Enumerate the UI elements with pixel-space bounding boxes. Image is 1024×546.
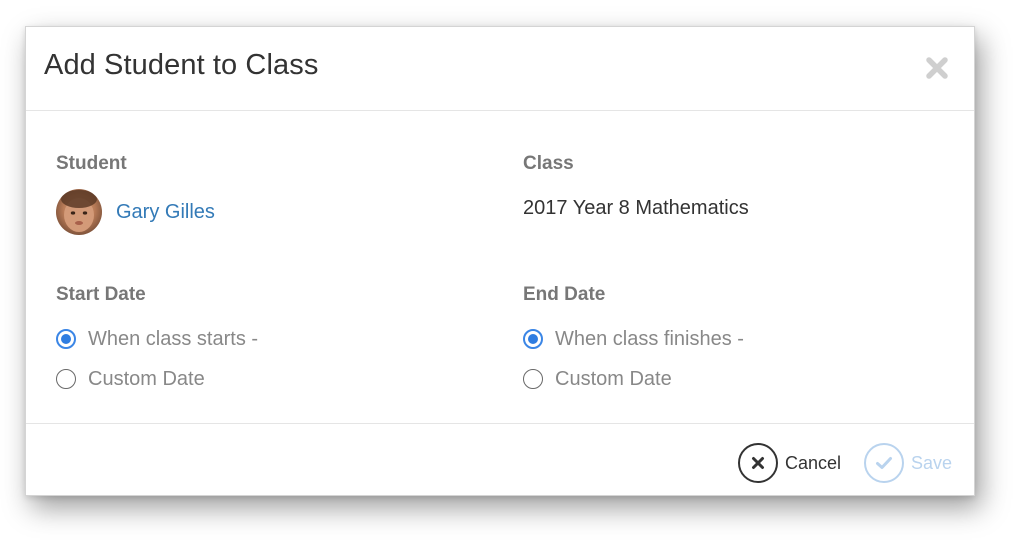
class-value: 2017 Year 8 Mathematics	[523, 197, 749, 219]
student-avatar	[56, 189, 102, 235]
radio-label: When class starts -	[88, 327, 259, 350]
student-avatar-photo	[61, 190, 97, 232]
end-date-custom-option[interactable]: Custom Date	[523, 367, 672, 391]
radio-label: Custom Date	[555, 367, 672, 390]
check-circle-icon	[864, 443, 904, 483]
start-date-radio-custom[interactable]	[56, 369, 76, 389]
end-date-when-class-finishes-option[interactable]: When class finishes -	[523, 327, 744, 351]
dialog-title: Add Student to Class	[44, 49, 319, 81]
student-name-link[interactable]: Gary Gilles	[116, 201, 215, 224]
page-stage: Add Student to Class Student Gary Gilles	[0, 0, 1024, 546]
add-student-dialog: Add Student to Class Student Gary Gilles	[25, 26, 975, 496]
save-button[interactable]: Save	[864, 443, 952, 483]
dialog-header: Add Student to Class	[26, 27, 974, 111]
close-button[interactable]	[924, 55, 950, 81]
end-date-label: End Date	[523, 284, 606, 305]
start-date-when-class-starts-option[interactable]: When class starts -	[56, 327, 258, 351]
start-date-radio-selected[interactable]	[56, 329, 76, 349]
class-label: Class	[523, 153, 574, 174]
dialog-footer: Cancel Save	[26, 423, 974, 495]
end-date-radio-selected[interactable]	[523, 329, 543, 349]
radio-label: Custom Date	[88, 367, 205, 390]
start-date-label: Start Date	[56, 284, 146, 305]
x-circle-icon	[738, 443, 778, 483]
radio-label: When class finishes -	[555, 327, 744, 350]
save-label: Save	[911, 452, 953, 473]
close-x-icon	[926, 57, 948, 79]
end-date-radio-custom[interactable]	[523, 369, 543, 389]
cancel-button[interactable]: Cancel	[738, 443, 841, 483]
student-label: Student	[56, 153, 127, 174]
start-date-custom-option[interactable]: Custom Date	[56, 367, 205, 391]
cancel-label: Cancel	[785, 452, 842, 473]
